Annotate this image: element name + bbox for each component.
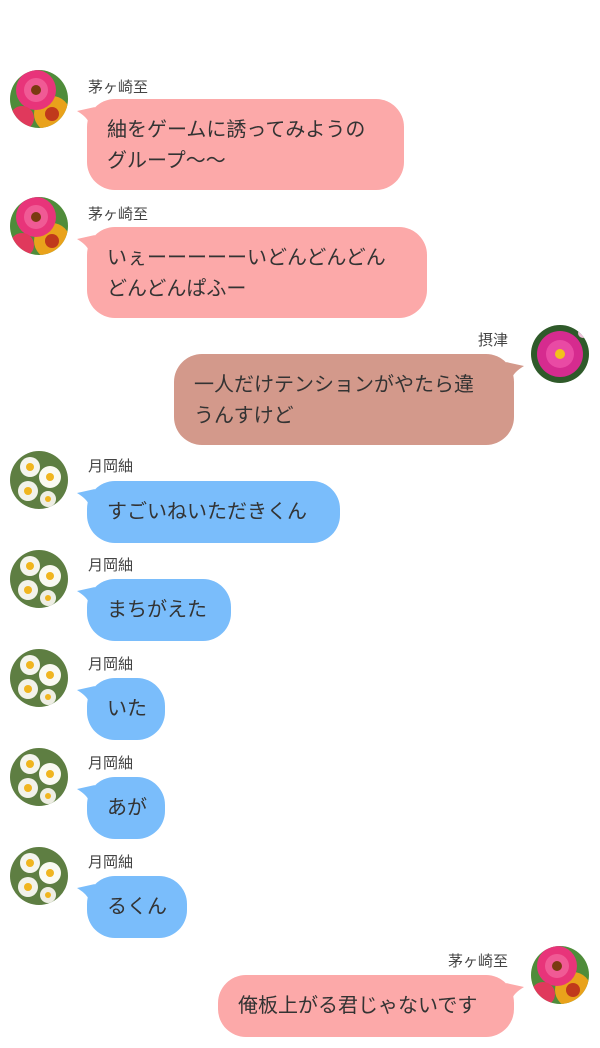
message-bubble[interactable]: 紬をゲームに誘ってみようの グループ〜〜 (77, 99, 404, 190)
white-daffodil-avatar[interactable] (10, 748, 68, 806)
pink-cosmos-avatar[interactable] (531, 325, 589, 383)
message-line: いぇーーーーーいどんどんどん (107, 245, 386, 269)
sender-name: 月岡紬 (88, 655, 134, 673)
message-line: 一人だけテンションがやたら違 (194, 372, 474, 396)
pink-gerbera-avatar[interactable] (10, 70, 68, 128)
sender-name: 摂津 (478, 331, 509, 349)
message-line: 紬をゲームに誘ってみようの (107, 117, 366, 141)
sender-name: 月岡紬 (88, 556, 134, 574)
sender-name: 月岡紬 (88, 457, 134, 475)
message-line: まちがえた (107, 597, 207, 621)
sender-name: 茅ヶ崎至 (88, 78, 149, 96)
message-line: どんどんぱふー (107, 276, 247, 300)
sender-name: 月岡紬 (88, 754, 134, 772)
message-line: うんすけど (194, 403, 294, 427)
sender-name: 茅ヶ崎至 (448, 952, 509, 970)
sender-name: 茅ヶ崎至 (88, 205, 149, 223)
white-daffodil-avatar[interactable] (10, 550, 68, 608)
message-line: グループ〜〜 (107, 148, 226, 172)
message-bubble[interactable]: いぇーーーーーいどんどんどん どんどんぱふー (77, 227, 427, 318)
pink-gerbera-avatar[interactable] (10, 197, 68, 255)
message-bubble[interactable]: 俺板上がる君じゃないです (218, 975, 524, 1037)
message-line: すごいねいただきくん (107, 499, 307, 523)
message-bubble[interactable]: すごいねいただきくん (77, 481, 340, 543)
message-bubble[interactable]: あが (77, 777, 165, 839)
sender-name: 月岡紬 (88, 853, 134, 871)
message-bubble[interactable]: 一人だけテンションがやたら違 うんすけど (174, 354, 524, 445)
message-line: るくん (107, 894, 167, 918)
message-bubble[interactable]: いた (77, 678, 165, 740)
message-bubble[interactable]: るくん (77, 876, 187, 938)
message-line: あが (107, 795, 147, 819)
message-bubble[interactable]: まちがえた (77, 579, 231, 641)
white-daffodil-avatar[interactable] (10, 451, 68, 509)
message-line: いた (107, 696, 147, 720)
white-daffodil-avatar[interactable] (10, 847, 68, 905)
message-line: 俺板上がる君じゃないです (238, 993, 478, 1017)
pink-gerbera-avatar[interactable] (531, 946, 589, 1004)
white-daffodil-avatar[interactable] (10, 649, 68, 707)
